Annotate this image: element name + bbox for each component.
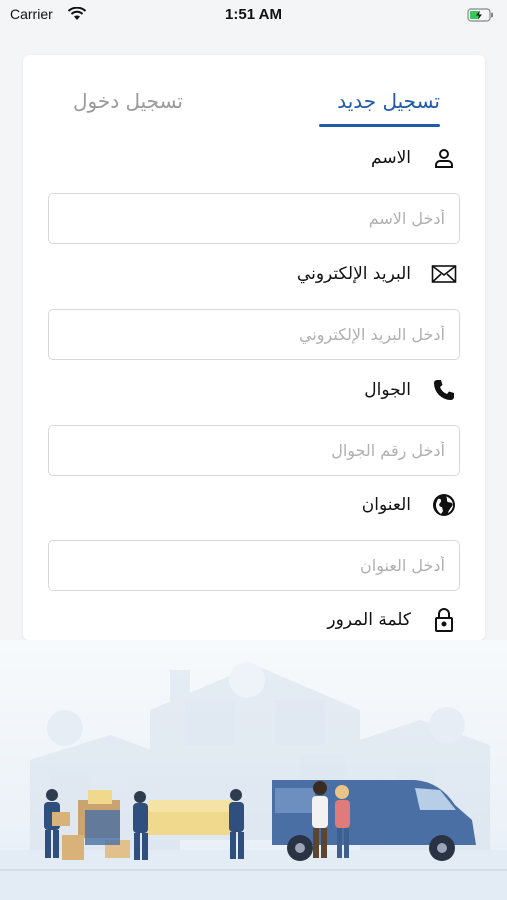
active-tab-indicator: [319, 124, 440, 127]
email-label-row: البريد الإلكتروني: [297, 259, 457, 289]
mobile-label: الجوال: [364, 380, 411, 400]
phone-icon: [431, 377, 457, 403]
registration-card: تسجيل جديد تسجيل دخول الاسم البريد الإلك…: [23, 55, 485, 640]
tab-signup[interactable]: تسجيل جديد: [337, 89, 440, 113]
password-label: كلمة المرور: [327, 610, 411, 630]
lock-icon: [431, 607, 457, 633]
battery-charging-icon: [467, 7, 495, 26]
email-input[interactable]: [49, 310, 459, 359]
mobile-label-row: الجوال: [364, 375, 457, 405]
name-field-box: [48, 193, 460, 244]
status-bar: Carrier 1:51 AM: [0, 0, 507, 30]
address-label: العنوان: [361, 495, 411, 515]
moving-illustration: [0, 640, 507, 900]
name-input[interactable]: [49, 194, 459, 243]
globe-icon: [431, 492, 457, 518]
email-label: البريد الإلكتروني: [296, 264, 411, 284]
address-label-row: العنوان: [362, 490, 457, 520]
mobile-input[interactable]: [49, 426, 459, 475]
mail-icon: [431, 261, 457, 287]
name-label: الاسم: [371, 148, 411, 168]
address-input[interactable]: [49, 541, 459, 590]
name-label-row: الاسم: [371, 143, 457, 173]
password-label-row: كلمة المرور: [327, 605, 457, 635]
email-field-box: [48, 309, 460, 360]
mobile-field-box: [48, 425, 460, 476]
tab-login[interactable]: تسجيل دخول: [73, 89, 183, 113]
address-field-box: [48, 540, 460, 591]
user-icon: [431, 145, 457, 171]
clock: 1:51 AM: [225, 6, 282, 23]
